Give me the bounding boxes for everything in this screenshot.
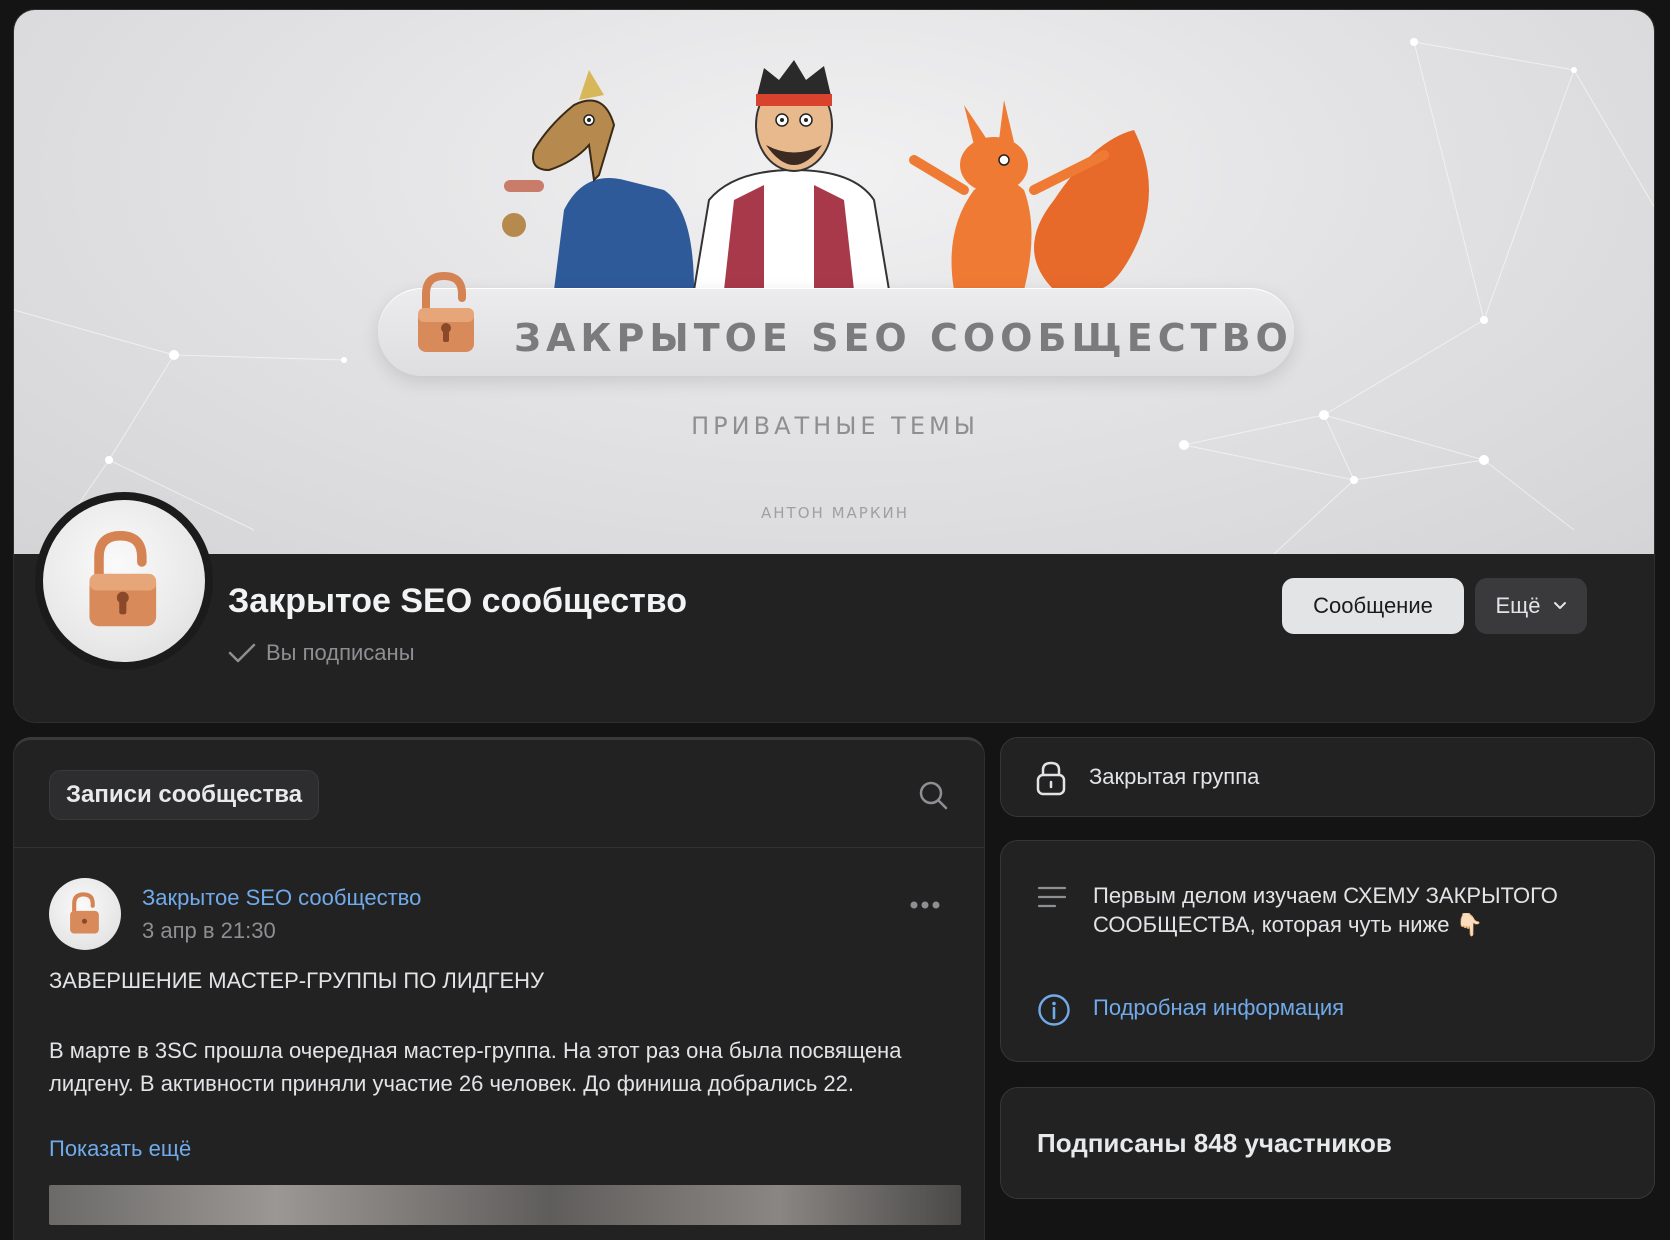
text-lines-icon: [1037, 886, 1067, 908]
post-author-link[interactable]: Закрытое SEO сообщество: [142, 885, 421, 911]
subscription-label: Вы подписаны: [266, 640, 415, 665]
page: ЗАКРЫТОЕ SEO СООБЩЕСТВО ПРИВАТНЫЕ ТЕМЫ А…: [0, 0, 1670, 1240]
more-dots-icon[interactable]: [909, 900, 941, 910]
community-name: Закрытое SEO сообщество: [228, 582, 687, 620]
cover-characters-illustration: [502, 60, 1149, 290]
post-author-avatar[interactable]: [49, 878, 121, 950]
community-avatar[interactable]: [35, 492, 213, 670]
members-card[interactable]: Подписаны 848 участников: [1000, 1087, 1655, 1199]
lock-icon: [89, 531, 157, 627]
chevron-down-icon: [1553, 602, 1566, 609]
cover-subtitle: ПРИВАТНЫЕ ТЕМЫ: [691, 412, 979, 440]
post-date[interactable]: 3 апр в 21:30: [142, 918, 276, 944]
post-heading: ЗАВЕРШЕНИЕ МАСТЕР-ГРУППЫ ПО ЛИДГЕНУ: [49, 968, 545, 993]
more-button-label: Ещё: [1495, 593, 1541, 618]
community-description: Первым делом изучаем СХЕМУ ЗАКРЫТОГО СОО…: [1093, 883, 1558, 937]
cover-author: АНТОН МАРКИН: [761, 504, 909, 522]
community-feed: Записи сообщества Закрытое SEO сообществ…: [13, 737, 985, 1240]
cover-image: ЗАКРЫТОЕ SEO СООБЩЕСТВО ПРИВАТНЫЕ ТЕМЫ А…: [14, 10, 1654, 554]
description-card: Первым делом изучаем СХЕМУ ЗАКРЫТОГО СОО…: [1000, 840, 1655, 1062]
show-more-link[interactable]: Показать ещё: [49, 1136, 191, 1162]
post-body: В марте в 3SC прошла очередная мастер-гр…: [49, 1038, 902, 1096]
cover-title: ЗАКРЫТОЕ SEO СООБЩЕСТВО: [514, 316, 1293, 360]
search-icon[interactable]: [918, 780, 948, 810]
info-icon: [1038, 994, 1070, 1026]
members-count[interactable]: Подписаны 848 участников: [1037, 1128, 1392, 1159]
tab-community-posts[interactable]: Записи сообщества: [49, 770, 320, 820]
closed-group-card: Закрытая группа: [1000, 737, 1655, 817]
check-icon: [228, 643, 256, 663]
lock-icon: [418, 272, 474, 352]
subscription-status[interactable]: Вы подписаны: [228, 640, 415, 666]
group-type-label: Закрытая группа: [1089, 764, 1260, 789]
post-image[interactable]: [49, 1185, 961, 1225]
feed-tabs: Записи сообщества: [14, 740, 984, 848]
message-button[interactable]: Сообщение: [1282, 578, 1464, 634]
more-button[interactable]: Ещё: [1475, 578, 1587, 634]
lock-icon: [70, 892, 99, 934]
lock-icon: [1036, 761, 1066, 796]
more-info-link[interactable]: Подробная информация: [1093, 995, 1344, 1021]
